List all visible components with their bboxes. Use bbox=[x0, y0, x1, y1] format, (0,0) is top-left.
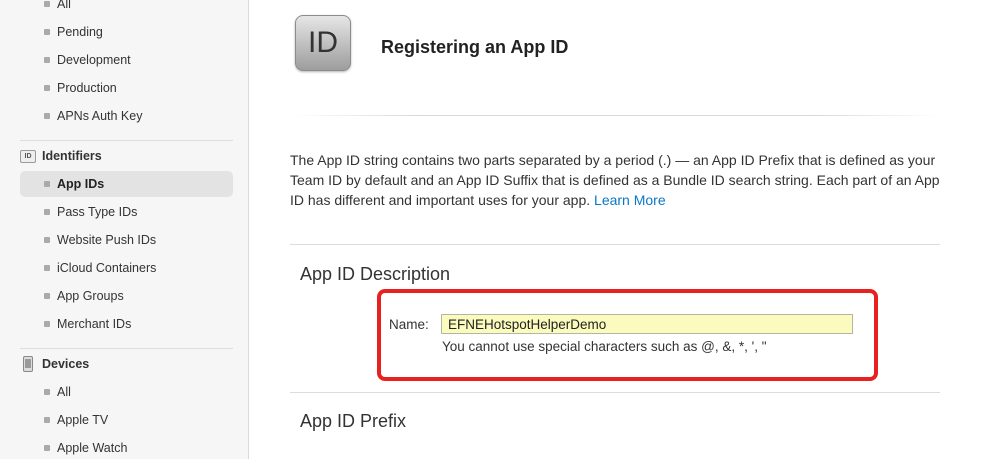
sidebar: All Pending Development Production APNs … bbox=[0, 0, 249, 459]
sidebar-item-apple-tv[interactable]: Apple TV bbox=[20, 407, 233, 433]
bullet-icon bbox=[44, 1, 50, 7]
name-label: Name: bbox=[389, 317, 429, 332]
bullet-icon bbox=[44, 417, 50, 423]
intro-text: The App ID string contains two parts sep… bbox=[290, 152, 940, 208]
sidebar-divider bbox=[20, 140, 233, 141]
name-hint: You cannot use special characters such a… bbox=[442, 339, 767, 354]
sidebar-item-development[interactable]: Development bbox=[20, 47, 233, 73]
sidebar-item-merchant-ids[interactable]: Merchant IDs bbox=[20, 311, 233, 337]
bullet-icon bbox=[44, 321, 50, 327]
bullet-icon bbox=[44, 85, 50, 91]
header-divider bbox=[291, 115, 941, 116]
sidebar-item-app-groups[interactable]: App Groups bbox=[20, 283, 233, 309]
sidebar-item-apple-watch[interactable]: Apple Watch bbox=[20, 435, 233, 461]
app-id-description-title: App ID Description bbox=[300, 264, 451, 284]
app-id-icon: ID bbox=[295, 15, 351, 71]
app-id-prefix-title: App ID Prefix bbox=[300, 411, 407, 431]
bullet-icon bbox=[44, 237, 50, 243]
name-input[interactable] bbox=[441, 314, 853, 334]
section-divider bbox=[290, 392, 940, 393]
sidebar-item-pending[interactable]: Pending bbox=[20, 19, 233, 45]
bullet-icon bbox=[44, 265, 50, 271]
sidebar-item-apns-auth-key[interactable]: APNs Auth Key bbox=[20, 103, 233, 129]
bullet-icon bbox=[44, 113, 50, 119]
sidebar-item-icloud-containers[interactable]: iCloud Containers bbox=[20, 255, 233, 281]
bullet-icon bbox=[44, 389, 50, 395]
learn-more-link[interactable]: Learn More bbox=[594, 192, 666, 208]
sidebar-item-production[interactable]: Production bbox=[20, 75, 233, 101]
sidebar-section-devices[interactable]: Devices bbox=[20, 353, 233, 375]
bullet-icon bbox=[44, 293, 50, 299]
sidebar-item-all-devices[interactable]: All bbox=[20, 379, 233, 405]
id-icon: ID bbox=[20, 150, 36, 163]
main-content: ID Registering an App ID The App ID stri… bbox=[249, 0, 991, 459]
section-divider bbox=[290, 244, 940, 245]
highlight-box bbox=[377, 289, 878, 381]
page-title: Registering an App ID bbox=[381, 37, 569, 57]
bullet-icon bbox=[44, 445, 50, 451]
sidebar-divider bbox=[20, 348, 233, 349]
bullet-icon bbox=[44, 57, 50, 63]
sidebar-section-identifiers[interactable]: ID Identifiers bbox=[20, 145, 233, 167]
sidebar-item-app-ids[interactable]: App IDs bbox=[20, 171, 233, 197]
sidebar-item-website-push-ids[interactable]: Website Push IDs bbox=[20, 227, 233, 253]
bullet-icon bbox=[44, 209, 50, 215]
device-icon bbox=[23, 356, 33, 372]
sidebar-item-pass-type-ids[interactable]: Pass Type IDs bbox=[20, 199, 233, 225]
sidebar-item-all-certificates[interactable]: All bbox=[20, 0, 233, 17]
bullet-icon bbox=[44, 29, 50, 35]
bullet-icon bbox=[44, 181, 50, 187]
